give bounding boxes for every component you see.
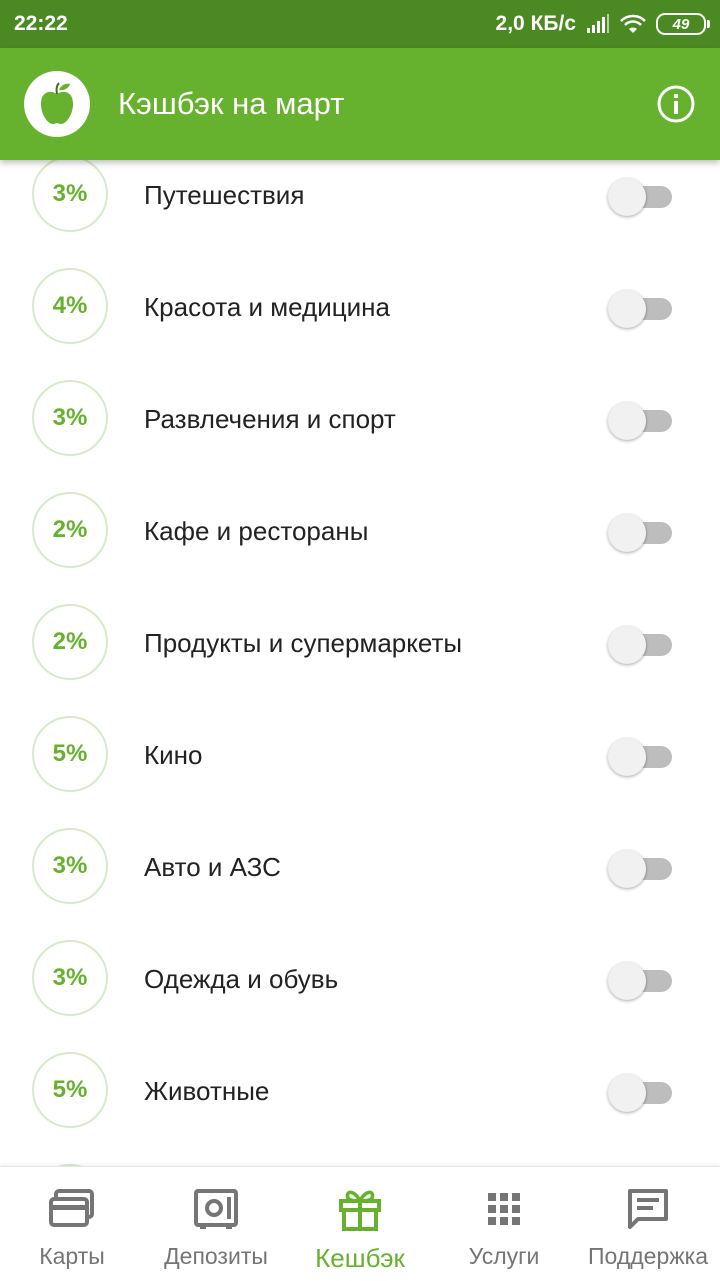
gift-icon — [339, 1190, 381, 1231]
cashback-category-row — [0, 1147, 720, 1166]
cashback-category-toggle[interactable] — [608, 176, 674, 216]
nav-label-cards: Карты — [39, 1243, 105, 1269]
cashback-category-row: 3% Одежда и обувь — [0, 923, 720, 1035]
cashback-category-row: 3% Путешествия — [0, 160, 720, 251]
toggle-thumb — [608, 290, 646, 328]
cashback-percent-badge: 2% — [32, 604, 108, 680]
cashback-category-row: 2% Кафе и рестораны — [0, 475, 720, 587]
cashback-percent-badge: 3% — [32, 940, 108, 1016]
cashback-category-row: 2% Продукты и супермаркеты — [0, 587, 720, 699]
cashback-category-label: Одежда и обувь — [144, 963, 339, 994]
info-button[interactable] — [656, 84, 696, 124]
cashback-percent-badge: 5% — [32, 716, 108, 792]
wifi-icon — [620, 14, 646, 33]
bottom-navigation: Карты Депозиты Кешбэк Услуги Поддержка — [0, 1166, 720, 1281]
cashback-category-label: Кафе и рестораны — [144, 515, 369, 546]
cashback-percent-badge: 3% — [32, 160, 108, 232]
nav-item-support[interactable]: Поддержка — [576, 1167, 720, 1281]
cashback-category-label: Кино — [144, 739, 203, 770]
battery-icon: 49 — [656, 13, 710, 35]
status-indicators: 2,0 КБ/с 49 — [495, 12, 710, 36]
cashback-category-label: Продукты и супермаркеты — [144, 627, 463, 658]
cashback-category-label: Животные — [144, 1075, 270, 1106]
cashback-category-row: 5% Кино — [0, 699, 720, 811]
toggle-thumb — [608, 738, 646, 776]
cashback-percent-badge: 5% — [32, 1052, 108, 1128]
app-logo — [24, 71, 90, 137]
toggle-thumb — [608, 178, 646, 216]
cashback-category-label: Развлечения и спорт — [144, 403, 396, 434]
cashback-percent-badge: 3% — [32, 828, 108, 904]
toggle-thumb — [608, 1074, 646, 1112]
cashback-category-label: Путешествия — [144, 179, 305, 210]
cashback-category-row: 3% Авто и АЗС — [0, 811, 720, 923]
app-bar: Кэшбэк на март — [0, 48, 720, 160]
cashback-category-toggle[interactable] — [608, 624, 674, 664]
apple-icon — [41, 82, 73, 124]
nav-item-cashback[interactable]: Кешбэк — [288, 1167, 432, 1281]
nav-label-support: Поддержка — [588, 1243, 708, 1269]
safe-icon — [194, 1189, 238, 1229]
grid-icon — [488, 1193, 520, 1225]
page-title: Кэшбэк на март — [118, 86, 345, 121]
cashback-category-toggle[interactable] — [608, 960, 674, 1000]
info-icon — [657, 85, 695, 123]
nav-label-cashback: Кешбэк — [315, 1243, 405, 1273]
nav-label-deposits: Депозиты — [164, 1243, 268, 1269]
cashback-percent-badge: 4% — [32, 268, 108, 344]
cashback-category-label: Авто и АЗС — [144, 851, 281, 882]
cashback-category-row: 4% Красота и медицина — [0, 251, 720, 363]
status-time: 22:22 — [14, 12, 68, 35]
nav-item-deposits[interactable]: Депозиты — [144, 1167, 288, 1281]
nav-label-services: Услуги — [468, 1243, 540, 1269]
cashback-percent-badge: 2% — [32, 492, 108, 568]
toggle-thumb — [608, 402, 646, 440]
toggle-thumb — [608, 514, 646, 552]
nav-item-cards[interactable]: Карты — [0, 1167, 144, 1281]
cashback-category-row: 5% Животные — [0, 1035, 720, 1147]
cards-icon — [49, 1189, 94, 1227]
cashback-category-toggle[interactable] — [608, 848, 674, 888]
signal-icon — [587, 14, 609, 33]
cashback-category-toggle[interactable] — [608, 400, 674, 440]
chat-icon — [628, 1189, 668, 1229]
cashback-category-row: 3% Развлечения и спорт — [0, 363, 720, 475]
toggle-thumb — [608, 850, 646, 888]
toggle-thumb — [608, 962, 646, 1000]
status-bar: 22:22 2,0 КБ/с 49 — [0, 0, 720, 48]
toggle-thumb — [608, 626, 646, 664]
cashback-percent-badge: 3% — [32, 380, 108, 456]
cashback-category-list[interactable]: 3% Путешествия 4% Красота и медицина 3% Развл… — [0, 160, 720, 1166]
cashback-category-toggle[interactable] — [608, 512, 674, 552]
cashback-category-label: Красота и медицина — [144, 291, 390, 322]
cashback-category-toggle[interactable] — [608, 1072, 674, 1112]
cashback-category-toggle[interactable] — [608, 288, 674, 328]
network-speed: 2,0 КБ/с — [495, 12, 576, 35]
cashback-category-toggle[interactable] — [608, 736, 674, 776]
nav-item-services[interactable]: Услуги — [432, 1167, 576, 1281]
